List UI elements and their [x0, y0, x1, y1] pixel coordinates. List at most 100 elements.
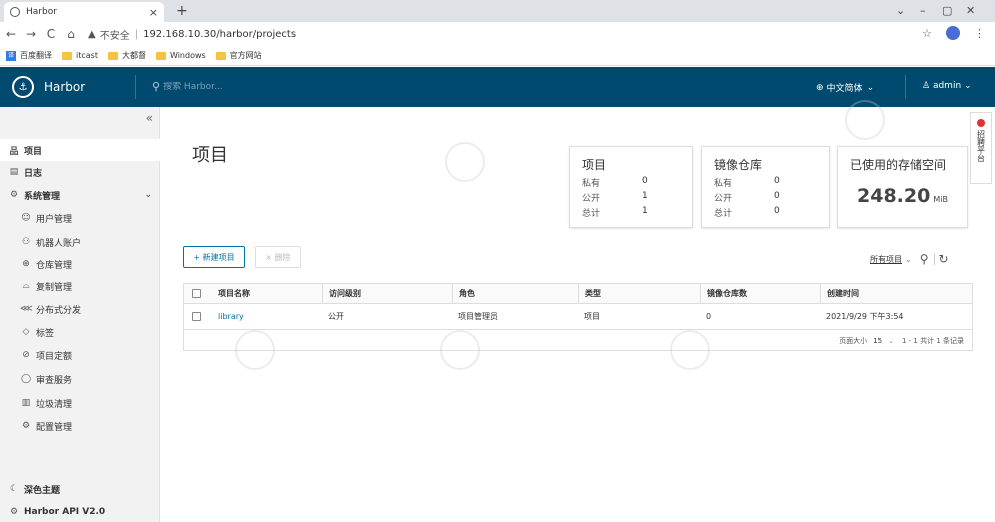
- select-all-checkbox[interactable]: [192, 284, 201, 303]
- home-icon[interactable]: ⌂: [62, 27, 80, 41]
- bookmark-label: 百度翻译: [20, 51, 52, 60]
- sidebar-item[interactable]: ☺ 用户管理: [0, 207, 160, 229]
- table-row: library 公开 项目管理员 项目 0 2021/9/29 下午3:54: [184, 304, 972, 330]
- column-header[interactable]: 创建时间: [820, 284, 859, 303]
- divider: [933, 253, 935, 265]
- tab-title: Harbor: [26, 7, 57, 17]
- sidebar-item-label: 项目定额: [36, 351, 73, 362]
- access-level: 公开: [328, 312, 344, 321]
- bookmark-label: Windows: [169, 51, 206, 60]
- refresh-icon[interactable]: ↻: [939, 252, 949, 266]
- sidebar-item[interactable]: ◯ 审查服务: [0, 368, 160, 390]
- bookmark-item[interactable]: 译 百度翻译: [6, 50, 52, 61]
- search-icon[interactable]: ⚲: [920, 252, 929, 266]
- forward-icon[interactable]: →: [22, 27, 40, 41]
- search-input[interactable]: [163, 81, 284, 92]
- bookmark-item[interactable]: Windows: [155, 51, 206, 60]
- sidebar-item-label: 垃圾清理: [36, 399, 73, 410]
- sidebar-item[interactable]: ◇ 标签: [0, 321, 160, 343]
- bookmark-item[interactable]: itcast: [62, 51, 98, 60]
- new-project-button[interactable]: + 新建项目: [183, 246, 245, 268]
- sidebar-item[interactable]: ▥ 垃圾清理: [0, 392, 160, 414]
- card-title: 项目: [582, 158, 607, 172]
- harbor-logo-icon[interactable]: ⚓: [12, 76, 34, 98]
- sidebar-item[interactable]: ⌓ 复制管理: [0, 275, 160, 297]
- brand-name[interactable]: Harbor: [44, 80, 85, 94]
- pagination-summary: 1 - 1 共计 1 条记录: [901, 337, 964, 345]
- distribution-icon: ⋘: [20, 304, 33, 314]
- bookmark-star-icon[interactable]: ☆: [922, 27, 932, 40]
- sidebar-item[interactable]: ⚙ 配置管理: [0, 415, 160, 437]
- quota-icon: ⊘: [22, 350, 30, 360]
- sidebar-item-label: 日志: [24, 168, 43, 179]
- sidebar-item-label: 配置管理: [36, 422, 73, 433]
- back-icon[interactable]: ←: [2, 27, 20, 41]
- sidebar-item[interactable]: ▤ 日志: [0, 161, 160, 183]
- browser-tab[interactable]: Harbor ×: [4, 2, 164, 22]
- sidebar-item-label: 分布式分发: [36, 305, 82, 316]
- close-window-icon[interactable]: ✕: [966, 4, 975, 17]
- header-divider: [905, 75, 906, 99]
- url-text: 192.168.10.30/harbor/projects: [143, 28, 297, 40]
- delete-button[interactable]: × 删除: [255, 246, 301, 268]
- sidebar-item-label: 复制管理: [36, 282, 73, 293]
- filter-dropdown[interactable]: 所有项目: [870, 254, 902, 265]
- sidebar-item-label: 系统管理: [24, 191, 61, 202]
- page-size-select[interactable]: 15 ⌄: [873, 337, 894, 345]
- column-header[interactable]: 镜像仓库数: [700, 284, 747, 303]
- user-name: admin: [932, 81, 962, 91]
- column-header[interactable]: 类型: [578, 284, 601, 303]
- logs-icon: ▤: [9, 167, 19, 177]
- table-footer: 页面大小 15 ⌄ 1 - 1 共计 1 条记录: [839, 336, 964, 346]
- creation-time: 2021/9/29 下午3:54: [826, 312, 904, 321]
- sidebar-item-label: Harbor API V2.0: [24, 507, 106, 517]
- feedback-widget[interactable]: 招聘平台: [970, 112, 992, 184]
- type: 项目: [584, 312, 600, 321]
- bookmark-item[interactable]: 大都督: [107, 50, 146, 61]
- bookmark-item[interactable]: 官方网站: [215, 50, 262, 61]
- security-label: 不安全: [99, 30, 130, 42]
- maximize-icon[interactable]: ▢: [942, 4, 952, 17]
- sidebar-item[interactable]: ⚙ 系统管理 ⌄: [0, 184, 160, 206]
- user-icon: ♙: [922, 81, 931, 91]
- sidebar-item-label: 深色主题: [24, 485, 61, 496]
- storage-summary-card: 已使用的存储空间 248.20 MiB: [837, 146, 968, 228]
- collapse-sidebar-icon[interactable]: «: [146, 111, 153, 125]
- repo-count: 0: [706, 312, 712, 321]
- repos-summary-card: 镜像仓库 私有 0 公开 0 总计 0: [701, 146, 830, 228]
- registry-icon: ⊕: [22, 259, 30, 269]
- language-switcher[interactable]: ⊕ 中文简体 ⌄: [816, 81, 875, 95]
- admin-icon: ⚙: [9, 190, 19, 200]
- fanyi-icon: 译: [6, 50, 16, 61]
- bookmark-label: 官方网站: [229, 51, 262, 60]
- user-menu[interactable]: ♙ admin ⌄: [922, 81, 972, 91]
- search-icon: ⚲: [152, 80, 161, 93]
- sidebar-item[interactable]: ⊘ 项目定额: [0, 344, 160, 366]
- sidebar-item[interactable]: ⊕ 仓库管理: [0, 253, 160, 275]
- new-tab-icon[interactable]: +: [176, 3, 188, 19]
- tab-search-icon[interactable]: ⌄: [896, 4, 905, 17]
- column-header[interactable]: 角色: [452, 284, 475, 303]
- sidebar-item[interactable]: ⚙ Harbor API V2.0: [0, 501, 160, 522]
- sidebar-item[interactable]: 品项目: [0, 139, 160, 161]
- sidebar-item[interactable]: ⚇ 机器人账户: [0, 231, 160, 253]
- url-field[interactable]: ▲ 不安全 | 192.168.10.30/harbor/projects: [88, 27, 296, 42]
- browser-tabstrip: Harbor × + ⌄ – ▢ ✕: [0, 0, 995, 22]
- folder-icon: [107, 51, 118, 60]
- card-row: 总计 0: [714, 206, 780, 219]
- profile-avatar[interactable]: [946, 26, 960, 40]
- chevron-down-icon: ⌄: [866, 82, 875, 93]
- reload-icon[interactable]: C: [42, 27, 60, 41]
- tab-close-icon[interactable]: ×: [149, 6, 158, 19]
- sidebar-item-label: 标签: [36, 328, 55, 339]
- row-checkbox[interactable]: [192, 304, 201, 329]
- menu-kebab-icon[interactable]: ⋮: [974, 27, 985, 40]
- project-name-link[interactable]: library: [218, 304, 244, 329]
- sidebar-item[interactable]: ⋘ 分布式分发: [0, 298, 160, 320]
- column-header[interactable]: 项目名称: [218, 284, 250, 303]
- sidebar-item[interactable]: ☾ 深色主题: [0, 478, 160, 500]
- minimize-icon[interactable]: –: [920, 4, 926, 17]
- trash-icon: ▥: [21, 398, 31, 408]
- column-header[interactable]: 访问级别: [322, 284, 361, 303]
- sidebar-item-label: 用户管理: [36, 214, 73, 225]
